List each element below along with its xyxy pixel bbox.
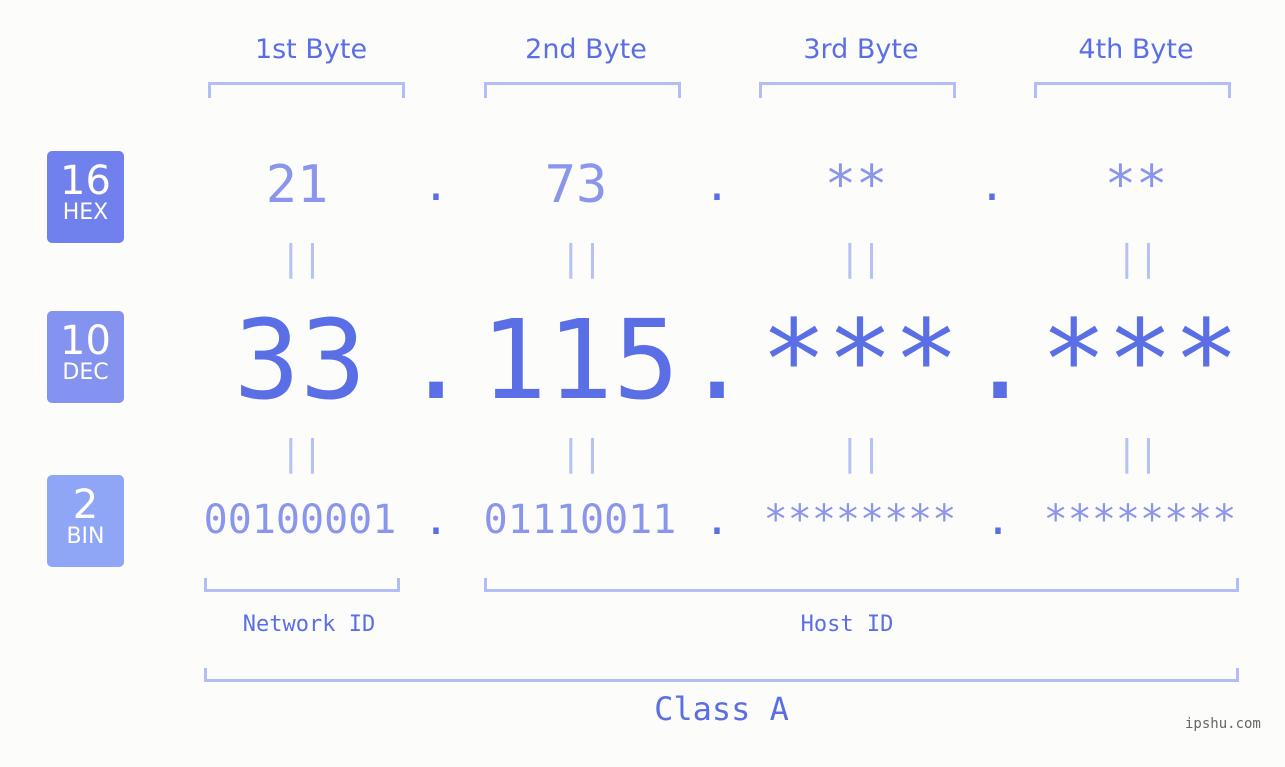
dec-badge-number: 10 [60, 318, 111, 364]
bin-badge-label: BIN [66, 524, 105, 549]
network-id-label: Network ID [242, 612, 376, 637]
class-bracket [204, 668, 1239, 682]
bin-byte-2: 01110011 [483, 497, 677, 543]
equals-dec-bin-2: || [560, 433, 604, 474]
byte-bracket-3 [759, 82, 956, 98]
dec-byte-2: 115 [480, 296, 680, 424]
byte-bracket-2 [484, 82, 681, 98]
network-id-bracket [204, 578, 400, 592]
dec-byte-1: 33 [233, 296, 367, 424]
equals-hex-dec-2: || [560, 238, 604, 279]
hex-separator-2: . [703, 160, 731, 211]
equals-hex-dec-4: || [1116, 238, 1160, 279]
dec-byte-3: *** [760, 296, 960, 424]
byte-header-4: 4th Byte [1078, 34, 1194, 65]
hex-byte-1: 21 [265, 155, 329, 215]
bin-byte-4: ******** [1043, 497, 1237, 543]
hex-byte-2: 73 [544, 155, 608, 215]
byte-bracket-4 [1034, 82, 1231, 98]
hex-badge-number: 16 [60, 158, 111, 204]
byte-bracket-1 [208, 82, 405, 98]
hex-separator-1: . [422, 160, 450, 211]
dec-badge-label: DEC [62, 360, 109, 385]
hex-badge-label: HEX [62, 200, 109, 225]
dec-badge: 10 DEC [47, 311, 124, 403]
equals-dec-bin-4: || [1116, 433, 1160, 474]
hex-byte-4: ** [1104, 155, 1168, 215]
class-label: Class A [654, 690, 789, 728]
equals-dec-bin-1: || [280, 433, 324, 474]
equals-hex-dec-3: || [839, 238, 883, 279]
hex-separator-3: . [978, 160, 1006, 211]
bin-byte-1: 00100001 [203, 497, 397, 543]
byte-header-1: 1st Byte [254, 34, 368, 65]
hex-badge: 16 HEX [47, 151, 124, 243]
host-id-label: Host ID [800, 612, 894, 637]
equals-dec-bin-3: || [839, 433, 883, 474]
bin-badge: 2 BIN [47, 475, 124, 567]
equals-hex-dec-1: || [280, 238, 324, 279]
dec-byte-4: *** [1040, 296, 1240, 424]
byte-header-3: 3rd Byte [803, 34, 919, 65]
hex-byte-3: ** [824, 155, 888, 215]
watermark: ipshu.com [1185, 716, 1261, 732]
host-id-bracket [484, 578, 1239, 592]
byte-header-2: 2nd Byte [525, 34, 647, 65]
bin-byte-3: ******** [763, 497, 957, 543]
bin-badge-number: 2 [72, 482, 99, 528]
